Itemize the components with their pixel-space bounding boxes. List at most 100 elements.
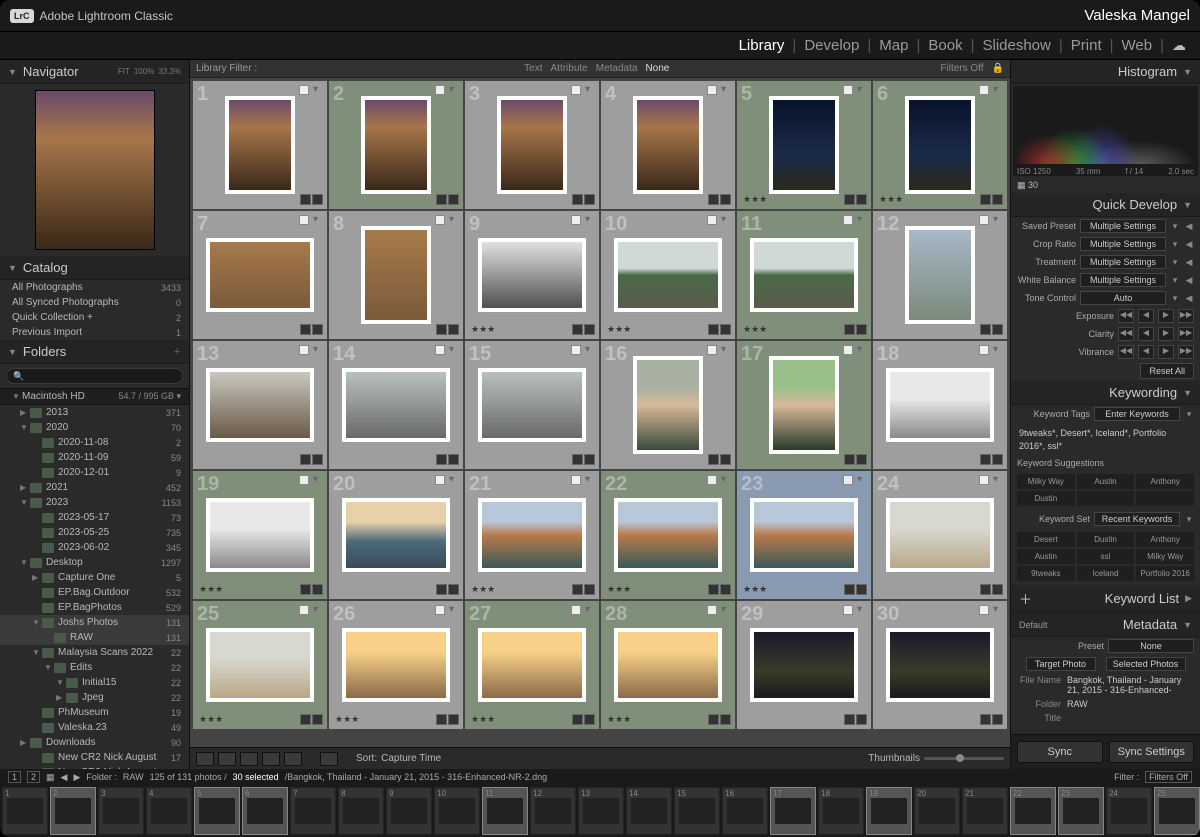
cell-menu-icon[interactable]: ▾ [721,345,731,355]
folder-item[interactable]: New CR2 Nick August17 [0,750,189,765]
cell-menu-icon[interactable]: ▾ [857,345,867,355]
grid-mini-icon[interactable]: ▦ [46,772,55,783]
badge-icon[interactable] [300,714,311,725]
identity-plate[interactable]: Valeska Mangel [1084,7,1190,24]
grid-cell[interactable]: 17▾ [737,341,871,469]
navigator-header[interactable]: ▼ Navigator FIT 100% 33.3% [0,60,189,84]
flag-icon[interactable] [707,605,717,615]
flag-icon[interactable] [435,345,445,355]
badge-icon[interactable] [312,194,323,205]
filmstrip-cell[interactable]: 11 [482,787,528,835]
filmstrip-cell[interactable]: 3 [98,787,144,835]
folder-item[interactable]: 2020-11-082 [0,435,189,450]
filter-tab-none[interactable]: None [645,63,669,74]
grid-cell[interactable]: 21▾★★★ [465,471,599,599]
badge-icon[interactable] [584,454,595,465]
rating-stars[interactable]: ★★★ [607,584,631,595]
cell-menu-icon[interactable]: ▾ [313,215,323,225]
metadata-mode[interactable]: Default [1019,620,1048,630]
badge-icon[interactable] [572,454,583,465]
badge-icon[interactable] [448,194,459,205]
cell-menu-icon[interactable]: ▾ [585,475,595,485]
rating-stars[interactable]: ★★★ [879,194,903,205]
filmstrip-cell[interactable]: 16 [722,787,768,835]
grid-cell[interactable]: 25▾★★★ [193,601,327,729]
flag-icon[interactable] [299,345,309,355]
stepper-minus-2[interactable]: ◀◀ [1118,309,1134,323]
cell-menu-icon[interactable]: ▾ [449,605,459,615]
badge-icon[interactable] [436,584,447,595]
badge-icon[interactable] [312,324,323,335]
rating-stars[interactable]: ★★★ [607,324,631,335]
keyword-set-item[interactable]: ssl [1077,549,1135,564]
filter-tab-metadata[interactable]: Metadata [596,63,638,74]
grid-cell[interactable]: 14▾ [329,341,463,469]
badge-icon[interactable] [992,454,1003,465]
filmstrip-cell[interactable]: 17 [770,787,816,835]
badge-icon[interactable] [300,324,311,335]
cell-menu-icon[interactable]: ▾ [313,605,323,615]
painter-tool-button[interactable] [320,752,338,766]
grid-cell[interactable]: 5▾★★★ [737,81,871,209]
badge-icon[interactable] [572,194,583,205]
cell-menu-icon[interactable]: ▾ [721,605,731,615]
filmstrip-cell[interactable]: 20 [914,787,960,835]
catalog-item[interactable]: Previous Import1 [0,325,189,340]
dropdown-icon[interactable]: ▾ [1170,257,1180,268]
qd-value[interactable]: Multiple Settings [1080,237,1166,251]
flag-icon[interactable] [979,605,989,615]
cell-menu-icon[interactable]: ▾ [721,475,731,485]
filmstrip-cell[interactable]: 7 [290,787,336,835]
module-develop[interactable]: Develop [800,37,863,54]
badge-icon[interactable] [720,714,731,725]
filter-tab-attribute[interactable]: Attribute [551,63,588,74]
folder-item[interactable]: ▼202070 [0,420,189,435]
keyword-set-item[interactable]: Anthony [1136,532,1194,547]
grid-cell[interactable]: 2▾ [329,81,463,209]
badge-icon[interactable] [300,194,311,205]
filmstrip-cell[interactable]: 12 [530,787,576,835]
target-photo-button[interactable]: Target Photo [1026,657,1096,671]
forward-icon[interactable]: ▶ [73,772,80,783]
grid-cell[interactable]: 6▾★★★ [873,81,1007,209]
folder-search-input[interactable]: 🔍 [6,368,183,384]
stepper-plus-2[interactable]: ▶▶ [1178,327,1194,341]
metadata-value[interactable] [1067,713,1194,723]
add-icon[interactable]: ＋ [173,346,181,357]
dropdown-icon[interactable]: ▾ [1170,275,1180,286]
keyword-set-item[interactable]: Austin [1017,549,1075,564]
badge-icon[interactable] [844,324,855,335]
compare-view-button[interactable] [240,752,258,766]
cell-menu-icon[interactable]: ▾ [449,345,459,355]
cloud-sync-icon[interactable]: ☁ [1168,37,1190,54]
second-window-2-button[interactable]: 2 [27,771,40,783]
rating-stars[interactable]: ★★★ [199,584,223,595]
filmstrip-cell[interactable]: 22 [1010,787,1056,835]
folder-item[interactable]: ▼Desktop1297 [0,555,189,570]
grid-cell[interactable]: 27▾★★★ [465,601,599,729]
rating-stars[interactable]: ★★★ [471,714,495,725]
catalog-item[interactable]: All Synced Photographs0 [0,295,189,310]
module-slideshow[interactable]: Slideshow [978,37,1054,54]
badge-icon[interactable] [720,324,731,335]
cell-menu-icon[interactable]: ▾ [857,605,867,615]
badge-icon[interactable] [436,714,447,725]
second-window-button[interactable]: 1 [8,771,21,783]
catalog-header[interactable]: ▼ Catalog [0,256,189,280]
stepper-plus[interactable]: ▶ [1158,327,1174,341]
filmstrip-cell[interactable]: 6 [242,787,288,835]
disclosure-icon[interactable]: ◀ [1184,275,1194,286]
folder-item[interactable]: 2020-11-0959 [0,450,189,465]
grid-cell[interactable]: 11▾★★★ [737,211,871,339]
keyword-suggestion[interactable]: Anthony [1136,474,1194,489]
nav-fit[interactable]: FIT [118,67,130,76]
filmstrip-cell[interactable]: 9 [386,787,432,835]
dropdown-icon[interactable]: ▾ [1170,293,1180,304]
grid-cell[interactable]: 15▾ [465,341,599,469]
folder-item[interactable]: ▶2013371 [0,405,189,420]
flag-icon[interactable] [435,85,445,95]
grid-cell[interactable]: 8▾ [329,211,463,339]
reset-all-button[interactable]: Reset All [1140,363,1194,379]
stepper-minus-2[interactable]: ◀◀ [1118,327,1134,341]
keywording-header[interactable]: Keywording ▼ [1011,381,1200,405]
